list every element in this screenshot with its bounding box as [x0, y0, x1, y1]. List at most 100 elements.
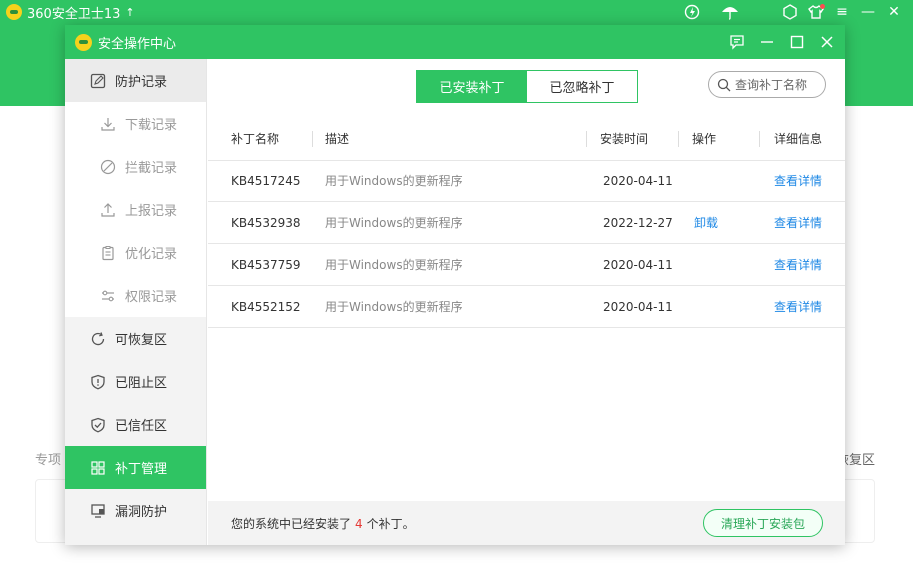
clipboard-icon — [99, 244, 117, 262]
block-icon — [99, 158, 117, 176]
table-row: KB4537759 用于Windows的更新程序 2020-04-11 查看详情 — [208, 244, 845, 286]
header-separator — [586, 131, 587, 147]
main-window-controls: ≡ — ✕ — [681, 0, 905, 24]
sidebar-item-label: 优化记录 — [125, 247, 178, 262]
app-logo-icon — [6, 4, 22, 20]
sidebar-item-label: 可恢复区 — [115, 333, 168, 348]
installed-count: 4 — [355, 516, 363, 531]
table-header: 补丁名称 描述 安装时间 操作 详细信息 — [208, 117, 845, 161]
tab-installed-patches[interactable]: 已安装补丁 — [417, 71, 527, 102]
sliders-icon — [99, 287, 117, 305]
shield-alert-icon — [89, 373, 107, 391]
patch-details-link[interactable]: 查看详情 — [774, 256, 822, 273]
table-row: KB4532938 用于Windows的更新程序 2022-12-27 卸载 查… — [208, 202, 845, 244]
sidebar-item-label: 已阻止区 — [115, 376, 168, 391]
patch-description: 用于Windows的更新程序 — [325, 174, 463, 188]
table-row: KB4552152 用于Windows的更新程序 2020-04-11 查看详情 — [208, 286, 845, 328]
search-input[interactable] — [735, 77, 815, 92]
shield-bolt-icon[interactable] — [681, 1, 703, 23]
sidebar-item-optimize-records[interactable]: 优化记录 — [65, 231, 206, 274]
patch-details-link[interactable]: 查看详情 — [774, 214, 822, 231]
patch-name: KB4532938 — [231, 215, 301, 230]
refresh-icon — [89, 330, 107, 348]
sidebar-item-label: 下载记录 — [125, 118, 178, 133]
shield-check-icon — [89, 416, 107, 434]
patch-name: KB4552152 — [231, 299, 301, 314]
sidebar-item-label: 补丁管理 — [115, 462, 168, 477]
dialog-close-icon[interactable] — [815, 30, 839, 54]
sidebar-item-blocked-area[interactable]: 已阻止区 — [65, 360, 206, 403]
patch-details-link[interactable]: 查看详情 — [774, 298, 822, 315]
patch-description: 用于Windows的更新程序 — [325, 300, 463, 314]
upgrade-arrow-icon[interactable]: ↑ — [125, 6, 134, 19]
security-center-dialog: 安全操作中心 防护记录 下载记录 拦截记录 上报记录 优化记录 权限记录 可恢复… — [65, 25, 845, 545]
feedback-icon[interactable] — [725, 30, 749, 54]
sidebar-item-trusted-area[interactable]: 已信任区 — [65, 403, 206, 446]
dialog-maximize-icon[interactable] — [785, 30, 809, 54]
patch-name: KB4537759 — [231, 257, 301, 272]
close-icon[interactable]: ✕ — [883, 1, 905, 23]
header-install-time: 安装时间 — [600, 132, 649, 146]
header-separator — [312, 131, 313, 147]
sidebar-item-label: 漏洞防护 — [115, 505, 168, 520]
footer-bar: 您的系统中已经安装了 4 个补丁。 清理补丁安装包 — [208, 501, 845, 545]
patch-description: 用于Windows的更新程序 — [325, 216, 463, 230]
notification-dot — [820, 4, 825, 9]
background-text-left: 专项 — [35, 453, 62, 468]
menu-icon[interactable]: ≡ — [831, 1, 853, 23]
patch-uninstall-link[interactable]: 卸载 — [694, 214, 718, 231]
sidebar-item-protection-records[interactable]: 防护记录 — [65, 59, 206, 102]
dialog-title-bar: 安全操作中心 — [65, 25, 845, 59]
header-description: 描述 — [325, 132, 350, 146]
sidebar-item-label: 拦截记录 — [125, 161, 178, 176]
sidebar-item-label: 权限记录 — [125, 290, 178, 305]
umbrella-icon[interactable] — [719, 1, 741, 23]
sidebar-item-vulnerability-protection[interactable]: 漏洞防护 — [65, 489, 206, 532]
sidebar-item-permission-records[interactable]: 权限记录 — [65, 274, 206, 317]
header-separator — [759, 131, 760, 147]
message-prefix: 您的系统中已经安装了 — [231, 516, 352, 531]
tab-ignored-patches[interactable]: 已忽略补丁 — [527, 71, 637, 102]
sidebar-item-block-records[interactable]: 拦截记录 — [65, 145, 206, 188]
settings-hexagon-icon[interactable] — [779, 1, 801, 23]
patch-name: KB4517245 — [231, 173, 301, 188]
main-window-title: 360安全卫士13 ↑ — [6, 2, 135, 22]
patch-details-link[interactable]: 查看详情 — [774, 172, 822, 189]
minimize-icon[interactable]: — — [857, 1, 879, 23]
dialog-title: 安全操作中心 — [98, 36, 177, 52]
patch-tabs: 已安装补丁 已忽略补丁 — [416, 70, 638, 103]
search-box — [708, 71, 826, 98]
dialog-minimize-icon[interactable] — [755, 30, 779, 54]
sidebar-item-download-records[interactable]: 下载记录 — [65, 102, 206, 145]
header-details: 详细信息 — [774, 132, 823, 146]
sidebar-item-report-records[interactable]: 上报记录 — [65, 188, 206, 231]
patch-install-time: 2022-12-27 — [603, 215, 673, 230]
upload-icon — [99, 201, 117, 219]
message-suffix: 个补丁。 — [366, 516, 415, 531]
download-icon — [99, 115, 117, 133]
sidebar-item-label: 上报记录 — [125, 204, 178, 219]
sidebar-item-recoverable-area[interactable]: 可恢复区 — [65, 317, 206, 360]
grid-icon — [89, 459, 107, 477]
patch-install-time: 2020-04-11 — [603, 257, 673, 272]
search-icon — [717, 78, 731, 92]
patch-description: 用于Windows的更新程序 — [325, 258, 463, 272]
sidebar-item-label: 防护记录 — [115, 75, 168, 90]
patch-install-time: 2020-04-11 — [603, 299, 673, 314]
sidebar-item-patch-management[interactable]: 补丁管理 — [65, 446, 206, 489]
dialog-controls — [725, 25, 839, 59]
patch-install-time: 2020-04-11 — [603, 173, 673, 188]
sidebar-item-label: 已信任区 — [115, 419, 168, 434]
header-operation: 操作 — [692, 132, 717, 146]
installed-count-message: 您的系统中已经安装了 4 个补丁。 — [231, 515, 415, 532]
clean-patch-packages-button[interactable]: 清理补丁安装包 — [703, 509, 823, 537]
table-row: KB4517245 用于Windows的更新程序 2020-04-11 查看详情 — [208, 160, 845, 202]
main-title-text: 360安全卫士13 — [27, 6, 121, 22]
dialog-logo-icon — [75, 33, 92, 51]
header-separator — [678, 131, 679, 147]
content-panel: 已安装补丁 已忽略补丁 补丁名称 描述 安装时间 操作 详细信息 KB45172… — [208, 59, 845, 545]
header-patch-name: 补丁名称 — [231, 132, 280, 146]
monitor-icon — [89, 502, 107, 520]
edit-icon — [89, 72, 107, 90]
skin-shirt-icon[interactable] — [805, 1, 827, 23]
